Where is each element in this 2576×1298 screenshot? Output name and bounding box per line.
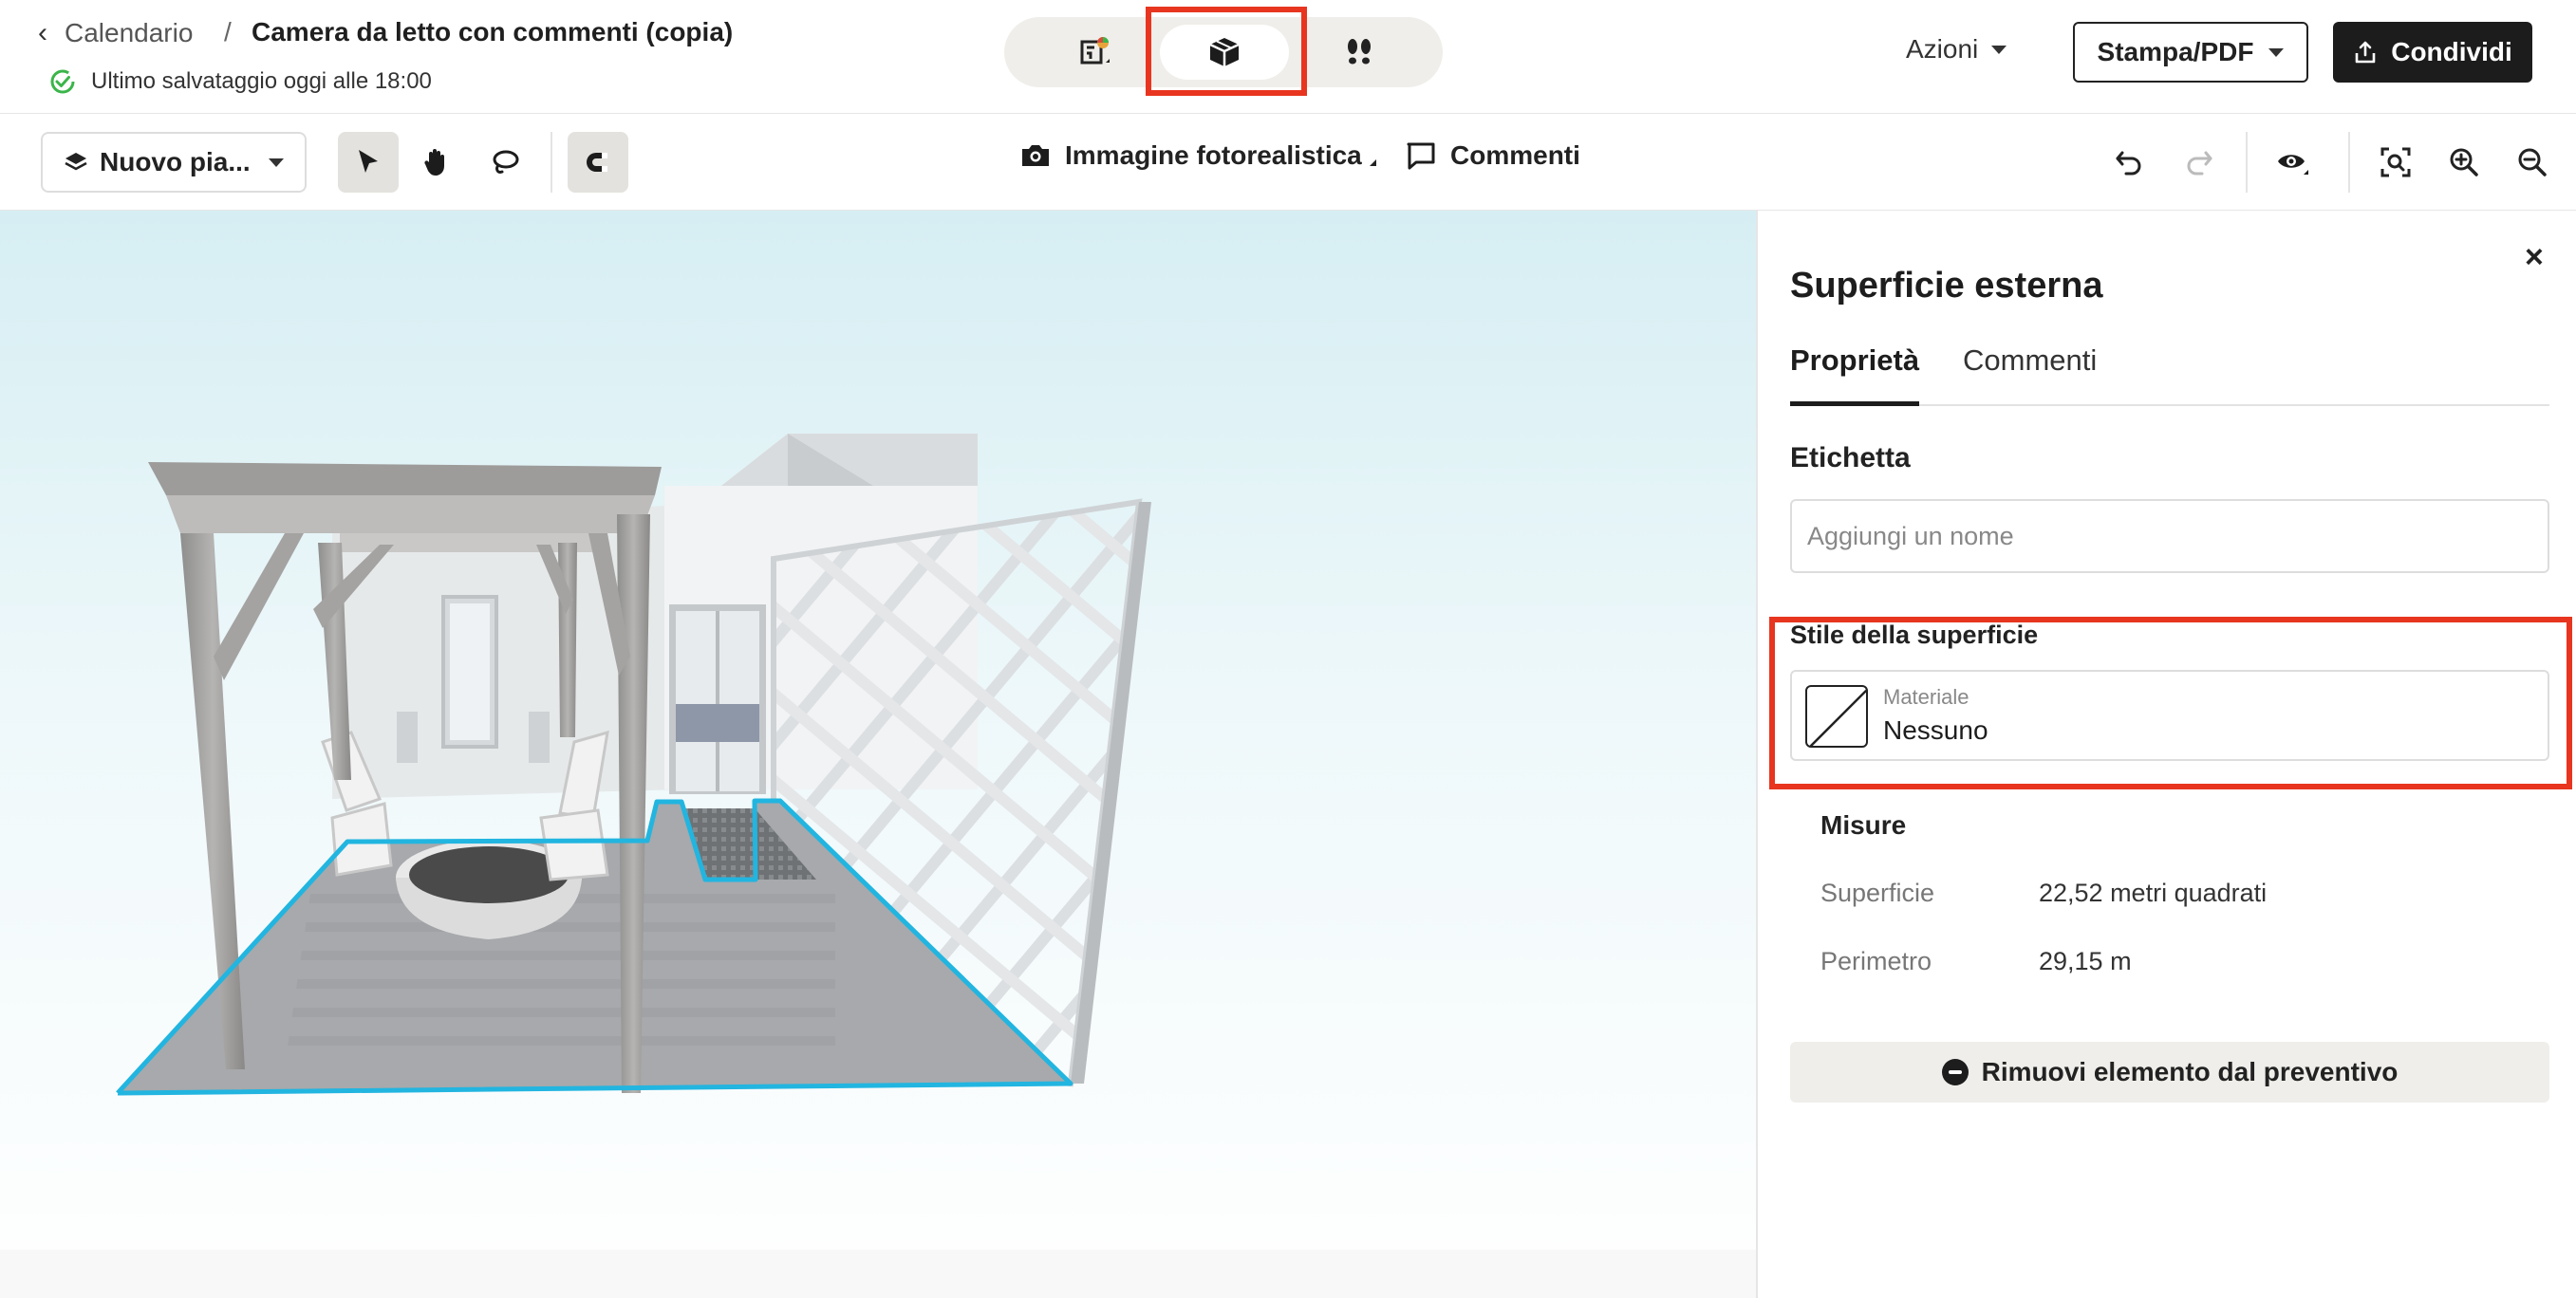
print-pdf-button[interactable]: Stampa/PDF: [2073, 22, 2308, 83]
properties-panel: × Superficie esterna Proprietà Commenti …: [1756, 211, 2576, 1298]
select-arrow-icon: [359, 150, 378, 173]
back-label: Calendario: [65, 18, 194, 47]
corner-caret-icon: [1369, 158, 1376, 166]
select-tool-button[interactable]: [338, 132, 399, 193]
label-section-title: Etichetta: [1790, 442, 1911, 473]
measure-label: Superficie: [1820, 879, 1935, 907]
toolbar-divider: [2348, 132, 2350, 193]
panel-title: Superficie esterna: [1790, 266, 2103, 306]
check-circle-icon: [50, 69, 75, 94]
zoom-out-icon: [2518, 148, 2547, 176]
redo-icon: [2187, 151, 2212, 176]
2d-3d-icon: [1080, 37, 1110, 65]
toolbar-divider: [551, 132, 552, 193]
layers-icon: [65, 153, 87, 171]
view-walkthrough-button[interactable]: [1295, 25, 1424, 80]
undo-icon: [2116, 151, 2141, 176]
panel-tabs: Proprietà Commenti: [1790, 343, 2549, 406]
fit-view-icon: [2380, 147, 2411, 177]
photo-label: Immagine fotorealistica: [1065, 140, 1362, 170]
chevron-left-icon: ‹: [38, 17, 47, 48]
name-input[interactable]: [1790, 499, 2549, 573]
hand-pan-icon: [424, 149, 444, 176]
comments-label: Commenti: [1450, 140, 1580, 170]
view-2d-3d-button[interactable]: [1031, 25, 1160, 80]
caret-down-icon: [1991, 45, 2007, 54]
comments-button[interactable]: Commenti: [1405, 139, 1580, 172]
photorealistic-image-button[interactable]: Immagine fotorealistica: [1019, 139, 1376, 172]
floor-selector[interactable]: Nuovo pia...: [41, 132, 307, 193]
remove-label: Rimuovi elemento dal preventivo: [1981, 1057, 2399, 1086]
highlight-3d-view: [1146, 7, 1307, 96]
measure-value: 29,15 m: [2039, 947, 2132, 975]
footsteps-icon: [1348, 39, 1371, 65]
toolbar-divider: [2246, 132, 2248, 193]
caret-down-icon: [269, 158, 284, 167]
pan-tool-button[interactable]: [406, 132, 467, 193]
visibility-button[interactable]: [2263, 132, 2324, 193]
highlight-surface-style: [1769, 617, 2572, 789]
undo-button[interactable]: [2100, 132, 2160, 193]
eye-icon: [2278, 155, 2308, 175]
editor-toolbar: Nuovo pia... Immagine fotorealistica Com…: [0, 115, 2576, 211]
camera-icon: [1022, 145, 1049, 166]
share-label: Condividi: [2391, 37, 2512, 66]
actions-menu[interactable]: Azioni: [1906, 34, 2007, 65]
fit-view-button[interactable]: [2365, 132, 2426, 193]
magnet-icon: [587, 153, 607, 172]
tab-properties[interactable]: Proprietà: [1790, 343, 1920, 406]
comment-icon: [1407, 142, 1435, 170]
breadcrumb-separator: /: [224, 17, 232, 46]
3d-scene[interactable]: [0, 211, 1756, 1298]
tab-comments[interactable]: Commenti: [1963, 343, 2097, 406]
page-title[interactable]: Camera da letto con commenti (copia): [252, 17, 733, 47]
snap-tool-button[interactable]: [568, 132, 628, 193]
3d-viewport[interactable]: [0, 211, 1756, 1298]
minus-circle-icon: [1941, 1059, 1969, 1085]
close-icon[interactable]: ×: [2525, 239, 2544, 276]
zoom-in-icon: [2450, 148, 2478, 176]
actions-label: Azioni: [1906, 34, 1979, 64]
back-link[interactable]: ‹ Calendario: [38, 17, 193, 49]
app-header: ‹ Calendario / Camera da letto con comme…: [0, 0, 2576, 114]
measure-label: Perimetro: [1820, 947, 1932, 975]
redo-button[interactable]: [2168, 132, 2229, 193]
measures-title: Misure: [1820, 810, 1907, 840]
print-label: Stampa/PDF: [2097, 37, 2254, 66]
measure-value: 22,52 metri quadrati: [2039, 879, 2268, 907]
lasso-icon: [493, 150, 519, 174]
zoom-in-button[interactable]: [2434, 132, 2494, 193]
share-icon: [2355, 41, 2376, 64]
caret-down-icon: [2268, 47, 2285, 57]
share-button[interactable]: Condividi: [2333, 22, 2532, 83]
lasso-tool-button[interactable]: [475, 132, 535, 193]
save-status-text: Ultimo salvataggio oggi alle 18:00: [91, 68, 432, 94]
floor-label: Nuovo pia...: [100, 147, 251, 176]
zoom-out-button[interactable]: [2502, 132, 2563, 193]
remove-from-estimate-button[interactable]: Rimuovi elemento dal preventivo: [1790, 1042, 2549, 1103]
save-status: Ultimo salvataggio oggi alle 18:00: [49, 68, 432, 95]
